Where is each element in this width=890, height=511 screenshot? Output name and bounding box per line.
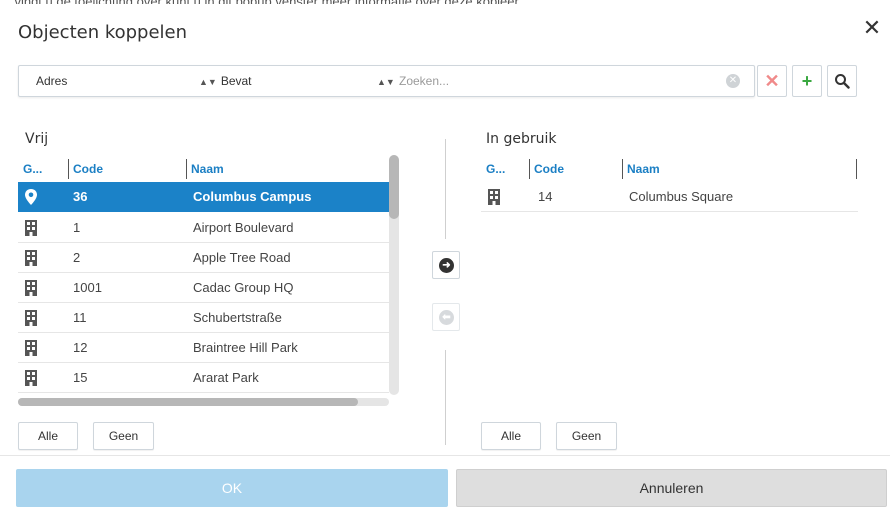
- filter-field-select[interactable]: Adres: [36, 66, 186, 96]
- scrollbar-thumb[interactable]: [18, 398, 358, 406]
- arrow-left-icon: ⬅: [439, 310, 454, 325]
- vertical-scrollbar[interactable]: [389, 155, 399, 395]
- cell-name: Braintree Hill Park: [193, 340, 298, 355]
- table-header: G... Code Naam: [18, 159, 389, 181]
- cell-code: 36: [73, 189, 88, 204]
- in-use-table: G... Code Naam 14 Columbus Square: [481, 159, 858, 219]
- cell-name: Cadac Group HQ: [193, 280, 294, 295]
- table-row[interactable]: 12 Braintree Hill Park: [18, 333, 389, 363]
- search-placeholder: Zoeken...: [399, 74, 450, 88]
- header-resize-handle[interactable]: [856, 159, 861, 179]
- select-none-button[interactable]: Geen: [93, 422, 154, 450]
- dialog-title: Objecten koppelen: [18, 22, 188, 43]
- cell-name: Ararat Park: [193, 370, 259, 385]
- filter-operator-select[interactable]: ▲▼ Bevat: [199, 66, 379, 96]
- cell-code: 15: [73, 370, 88, 385]
- cell-name: Columbus Square: [629, 189, 734, 204]
- location-pin-icon: [25, 189, 37, 205]
- ok-button[interactable]: OK: [16, 469, 448, 507]
- scrollbar-thumb[interactable]: [389, 155, 399, 219]
- building-icon: [25, 340, 37, 356]
- cell-code: 1001: [73, 280, 102, 295]
- search-input[interactable]: Zoeken...: [399, 66, 719, 96]
- filter-bar: Adres ▲▼ Bevat ▲▼ Zoeken... ✕: [18, 65, 755, 97]
- search-icon: [835, 74, 850, 89]
- close-icon[interactable]: ✕: [860, 16, 884, 40]
- header-name[interactable]: Naam: [622, 159, 660, 179]
- move-left-button[interactable]: ⬅: [432, 303, 460, 331]
- search-button[interactable]: [827, 65, 857, 97]
- cell-name: Apple Tree Road: [193, 250, 291, 265]
- cell-code: 14: [538, 189, 553, 204]
- remove-filter-button[interactable]: ✕: [757, 65, 787, 97]
- header-name[interactable]: Naam: [186, 159, 224, 179]
- sort-caret-icon[interactable]: ▲▼: [377, 66, 397, 96]
- cancel-button[interactable]: Annuleren: [456, 469, 887, 507]
- divider: [445, 139, 446, 239]
- sort-caret-icon: ▲▼: [199, 77, 217, 87]
- add-filter-button[interactable]: +: [792, 65, 822, 97]
- header-g[interactable]: G...: [486, 159, 505, 179]
- footer-divider: [0, 455, 890, 456]
- table-header: G... Code Naam: [481, 159, 858, 181]
- cell-code: 1: [73, 220, 81, 235]
- table-row[interactable]: 15 Ararat Park: [18, 363, 389, 393]
- table-row[interactable]: 1001 Cadac Group HQ: [18, 273, 389, 303]
- arrow-right-icon: ➜: [439, 258, 454, 273]
- table-row[interactable]: 2 Apple Tree Road: [18, 243, 389, 273]
- filter-field-value: Adres: [36, 74, 68, 88]
- header-g[interactable]: G...: [23, 159, 42, 179]
- header-code[interactable]: Code: [529, 159, 564, 179]
- background-text: ... vindt u de toelichting over kunt u i…: [0, 0, 890, 4]
- select-all-button[interactable]: Alle: [481, 422, 541, 450]
- building-icon: [488, 189, 500, 205]
- cell-code: 12: [73, 340, 88, 355]
- table-row[interactable]: 1 Airport Boulevard: [18, 213, 389, 243]
- add-filter-icon: +: [801, 71, 813, 91]
- building-icon: [25, 250, 37, 266]
- select-all-button[interactable]: Alle: [18, 422, 78, 450]
- header-code[interactable]: Code: [68, 159, 103, 179]
- clear-icon[interactable]: ✕: [726, 74, 740, 88]
- cell-code: 2: [73, 250, 81, 265]
- horizontal-scrollbar[interactable]: [18, 398, 389, 406]
- building-icon: [25, 310, 37, 326]
- building-icon: [25, 220, 37, 236]
- table-row[interactable]: 36 Columbus Campus: [18, 182, 389, 212]
- remove-filter-icon: ✕: [764, 71, 780, 91]
- table-row[interactable]: 14 Columbus Square: [481, 182, 858, 212]
- in-use-column-title: In gebruik: [486, 131, 557, 147]
- building-icon: [25, 280, 37, 296]
- free-column-title: Vrij: [25, 131, 49, 147]
- free-table: G... Code Naam 36 Columbus Campus 1 Airp…: [18, 159, 389, 393]
- divider: [445, 350, 446, 445]
- cell-code: 11: [73, 310, 87, 325]
- move-right-button[interactable]: ➜: [432, 251, 460, 279]
- filter-operator-value: Bevat: [220, 74, 252, 88]
- building-icon: [25, 370, 37, 386]
- table-row[interactable]: 11 Schubertstraße: [18, 303, 389, 333]
- cell-name: Columbus Campus: [193, 189, 312, 204]
- link-objects-dialog: ... vindt u de toelichting over kunt u i…: [0, 0, 890, 511]
- cell-name: Airport Boulevard: [193, 220, 294, 235]
- cell-name: Schubertstraße: [193, 310, 282, 325]
- select-none-button[interactable]: Geen: [556, 422, 617, 450]
